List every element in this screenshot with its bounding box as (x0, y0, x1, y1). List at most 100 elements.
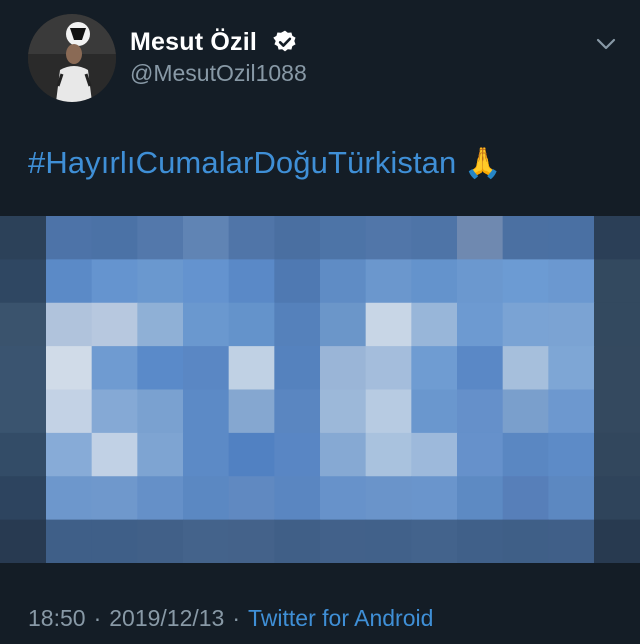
pixel-block (91, 476, 138, 521)
pixel-block (91, 389, 138, 434)
pixel-block (548, 432, 595, 477)
pixel-block (228, 432, 275, 477)
pixel-block (365, 216, 412, 260)
pixel-block (320, 519, 367, 563)
pixel-block (365, 476, 412, 521)
pixel-block (183, 389, 230, 434)
pixel-block (46, 346, 93, 390)
pixel-block (502, 432, 549, 477)
pixel-block (228, 476, 275, 521)
pixel-block (183, 216, 230, 260)
pixel-block (548, 216, 595, 260)
pixel-block (320, 216, 367, 260)
pixel-block (183, 519, 230, 563)
pixel-block (137, 259, 184, 304)
tweet-source-link[interactable]: Twitter for Android (248, 605, 433, 631)
pixel-block (320, 302, 367, 347)
pixel-block (457, 519, 504, 563)
hashtag-link[interactable]: #HayırlıCumalarDoğuTürkistan (28, 145, 456, 180)
pixel-block (274, 476, 321, 521)
pixel-block (183, 476, 230, 521)
pixel-block (320, 259, 367, 304)
pixel-block (46, 432, 93, 477)
tweet-date[interactable]: 2019/12/13 (109, 605, 224, 631)
pixel-block (502, 346, 549, 390)
tweet-time[interactable]: 18:50 (28, 605, 86, 631)
avatar-photo (28, 14, 116, 102)
pixel-block (91, 519, 138, 563)
pixel-block (594, 432, 640, 477)
pixel-block (457, 216, 504, 260)
pixel-block (228, 302, 275, 347)
pixel-block (411, 519, 458, 563)
pixel-block (411, 259, 458, 304)
pixel-block (137, 432, 184, 477)
pixel-block (365, 302, 412, 347)
pixel-block (457, 259, 504, 304)
pixel-block (502, 389, 549, 434)
pixel-block (548, 302, 595, 347)
pixel-block (46, 389, 93, 434)
pixel-block (502, 216, 549, 260)
pixel-block (46, 259, 93, 304)
pixel-block (594, 216, 640, 260)
pixel-block (320, 432, 367, 477)
pixel-block (548, 389, 595, 434)
pixel-block (137, 302, 184, 347)
tweet-image[interactable] (0, 216, 640, 563)
pixel-block (0, 389, 47, 434)
verified-badge-icon (273, 30, 296, 52)
display-name[interactable]: Mesut Özil (130, 28, 257, 57)
tweet-card: Mesut Özil @MesutOzil1088 #HayırlıCumala… (0, 0, 640, 644)
avatar[interactable] (28, 14, 116, 102)
pixel-block (594, 519, 640, 563)
chevron-down-icon[interactable] (594, 36, 618, 52)
pixel-block (183, 302, 230, 347)
pixel-block (457, 346, 504, 390)
user-handle[interactable]: @MesutOzil1088 (130, 60, 307, 87)
folded-hands-icon: 🙏 (464, 147, 502, 180)
pixel-block (411, 346, 458, 390)
pixel-block (502, 259, 549, 304)
pixel-block (594, 389, 640, 434)
pixel-block (0, 476, 47, 521)
pixel-block (365, 346, 412, 390)
pixel-block (46, 519, 93, 563)
pixel-block (320, 389, 367, 434)
pixel-block (183, 259, 230, 304)
pixel-block (183, 346, 230, 390)
pixel-block (548, 476, 595, 521)
pixel-block (365, 389, 412, 434)
pixel-block (502, 519, 549, 563)
pixel-block (411, 216, 458, 260)
pixel-block (91, 259, 138, 304)
pixelated-image (0, 216, 640, 563)
pixel-block (548, 259, 595, 304)
pixel-block (594, 302, 640, 347)
pixel-block (502, 476, 549, 521)
pixel-block (457, 389, 504, 434)
pixel-block (46, 216, 93, 260)
pixel-block (137, 476, 184, 521)
pixel-block (594, 259, 640, 304)
pixel-block (365, 519, 412, 563)
pixel-block (91, 302, 138, 347)
pixel-block (365, 432, 412, 477)
separator: · (232, 605, 241, 631)
pixel-block (274, 216, 321, 260)
pixel-block (228, 519, 275, 563)
pixel-block (0, 432, 47, 477)
pixel-block (274, 346, 321, 390)
tweet-text: #HayırlıCumalarDoğuTürkistan 🙏 (28, 145, 502, 181)
pixel-block (228, 259, 275, 304)
pixel-block (594, 476, 640, 521)
pixel-block (46, 302, 93, 347)
pixel-block (274, 389, 321, 434)
pixel-block (274, 519, 321, 563)
tweet-meta: 18:50 · 2019/12/13 · Twitter for Android (28, 605, 433, 632)
pixel-block (183, 432, 230, 477)
pixel-block (411, 389, 458, 434)
pixel-block (502, 302, 549, 347)
pixel-block (137, 216, 184, 260)
pixel-block (411, 476, 458, 521)
